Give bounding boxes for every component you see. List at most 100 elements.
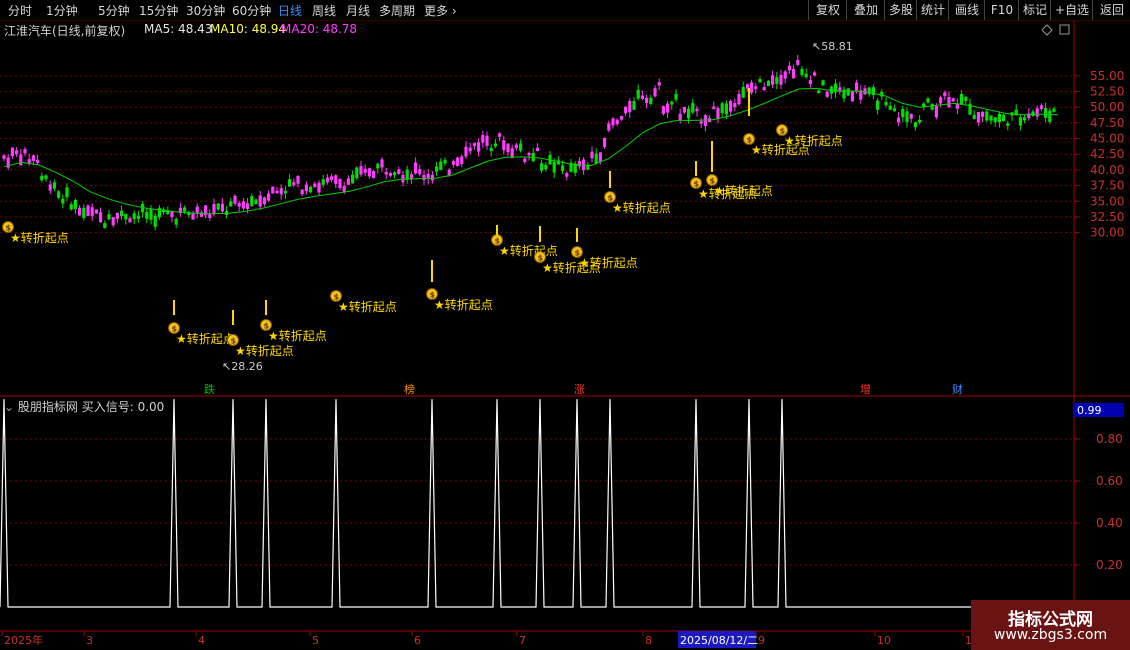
candle-body [590,151,594,159]
date-tick-label: 7 [519,634,526,647]
overlay-button[interactable]: 叠加 [846,0,885,20]
candle-body [313,183,317,188]
date-tick-label: 2025年 [4,633,43,647]
candle-body [913,122,917,128]
candle-body [451,160,455,165]
signal-tick-label: 0.40 [1096,516,1123,530]
candle-body [15,150,19,155]
period-tab-60min[interactable]: 60分钟 [232,2,271,19]
candle-body [481,135,485,143]
candle-body [976,112,980,123]
collapse-icon[interactable]: ⌄ [4,400,14,414]
multi-stock-button[interactable]: 多股 [884,0,917,20]
candle-body [934,106,938,118]
candle-body [565,173,569,177]
back-button[interactable]: 返回 [1092,0,1130,20]
candle-body [258,195,262,207]
sub-panel-title: 股朋指标网 买入信号: 0.00 [17,400,165,414]
price-tick-label: 37.50 [1090,179,1124,193]
candle-body [367,168,371,177]
candle-body [317,182,321,193]
candle-body [279,188,283,195]
candle-body [309,186,313,193]
chevron-right-icon: › [448,4,457,18]
chart-settings-icon[interactable] [1059,24,1070,35]
stats-button[interactable]: 统计 [916,0,949,20]
candle-body [397,169,401,175]
event-tag: 财 [952,382,963,396]
candle-body [888,105,892,110]
period-tab-more[interactable]: 更多 › [424,2,457,19]
add-watchlist-button[interactable]: +自选 [1050,0,1093,20]
candle-body [775,77,779,84]
signal-label: ★转折起点 [612,200,671,215]
mark-button[interactable]: 标记 [1018,0,1051,20]
candle-body [787,65,791,71]
price-tick-label: 42.50 [1090,147,1124,161]
candle-body [666,103,670,113]
candle-body [527,152,531,156]
candle-body [863,88,867,95]
candle-body [762,87,766,91]
period-tab-15min[interactable]: 15分钟 [139,2,178,19]
signal-label: ★转折起点 [784,133,843,148]
candle-body [796,59,800,65]
candle-body [267,193,271,201]
buy-signal-line [0,399,1074,608]
candle-body [128,218,132,223]
candlesticks [2,54,1056,231]
candle-body [993,117,997,123]
candle-body [754,86,758,89]
signal-tick-label: 0.80 [1096,432,1123,446]
candle-body [901,108,905,118]
candle-body [661,106,665,114]
candle-body [733,103,737,108]
candle-body [2,155,6,159]
period-tab-multi[interactable]: 多周期 [379,2,415,19]
fuquan-button[interactable]: 复权 [808,0,847,20]
candle-body [603,137,607,148]
candle-body [653,88,657,97]
price-tick-label: 40.00 [1090,163,1124,177]
date-tick-label: 3 [86,634,93,647]
candle-body [250,196,254,207]
candle-body [472,143,476,147]
period-tab-monthly[interactable]: 月线 [346,2,370,19]
candle-body [1039,105,1043,109]
candle-body [645,97,649,104]
buy-signals: $★转折起点$★转折起点$★转折起点$★转折起点$★转折起点$★转折起点$★转折… [2,88,843,358]
candle-body [115,212,119,219]
event-tag: 增 [860,382,871,396]
candle-body [981,111,985,117]
candle-body [632,100,636,110]
signal-indicator-chart[interactable]: 0.80 0.60 0.40 0.20 0.99 [0,397,1130,630]
candle-body [111,217,115,226]
period-tab-30min[interactable]: 30分钟 [186,2,225,19]
kline-chart[interactable]: 55.00 52.5050.00 47.50 45.0042.50 40.00 37.50… [0,20,1130,397]
period-tab-1min[interactable]: 1分钟 [46,2,78,19]
candle-body [506,143,510,153]
date-tick-label: 10 [877,634,891,647]
candle-body [460,156,464,165]
signal-label: ★转折起点 [338,299,397,314]
candle-body [393,172,397,176]
candle-body [430,174,434,181]
candle-body [758,79,762,83]
period-tab-weekly[interactable]: 周线 [312,2,336,19]
date-tick-label: 6 [414,634,421,647]
diamond-icon[interactable] [1041,24,1053,36]
candle-body [909,113,913,119]
period-tab-5min[interactable]: 5分钟 [98,2,130,19]
candle-body [90,207,94,216]
draw-line-button[interactable]: 画线 [948,0,985,20]
period-tab-daily[interactable]: 日线 [278,2,302,19]
candle-body [237,203,241,207]
f10-button[interactable]: F10 [984,0,1019,20]
candle-body [216,203,220,210]
period-tab-fenshi[interactable]: 分时 [8,2,32,19]
candle-body [598,152,602,162]
candle-body [405,169,409,180]
candle-body [292,182,296,186]
candle-body [535,147,539,152]
candle-body [363,168,367,173]
